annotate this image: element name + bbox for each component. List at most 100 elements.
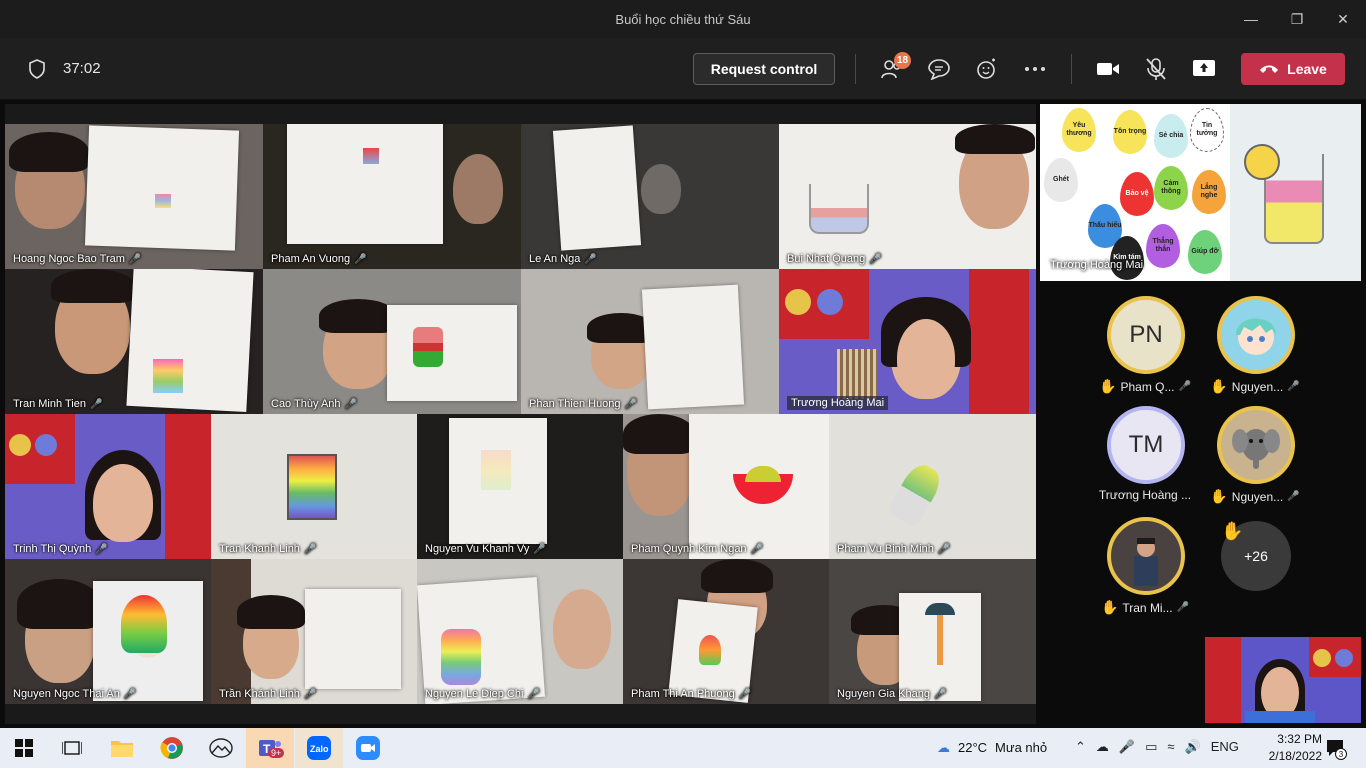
video-tile[interactable]: Pham Thi An Phuong 🎤 xyxy=(623,559,829,704)
minimize-button[interactable]: — xyxy=(1228,0,1274,38)
teams-icon[interactable]: T 9+ xyxy=(256,734,285,762)
teams-badge: 9+ xyxy=(268,748,285,758)
value-drop: Cảm thông xyxy=(1161,180,1181,195)
participant-name: Cao Thùy Anh xyxy=(271,398,341,410)
mic-off-icon: 🎤 xyxy=(1287,381,1300,392)
cloud-icon[interactable]: ☁ xyxy=(1096,739,1109,755)
mic-off-icon: 🎤 xyxy=(95,543,108,555)
more-options-icon[interactable] xyxy=(1022,57,1048,81)
leave-button[interactable]: Leave xyxy=(1241,53,1345,85)
roster-participant[interactable]: PN ✋ Pham Q... 🎤 xyxy=(1090,290,1200,400)
video-tile[interactable]: Nguyen Le Diep Chi 🎤 xyxy=(417,559,623,704)
raised-hand-icon: ✋ xyxy=(1210,488,1228,504)
battery-icon[interactable]: ▭ xyxy=(1145,739,1157,755)
avatar: TM xyxy=(1107,406,1185,484)
participant-name: Bui Nhat Quang xyxy=(787,253,866,265)
system-tray: ⌃ ☁ 🎤 ▭ ≈ 🔊 ENG xyxy=(1075,739,1239,755)
weather-widget[interactable]: ☁ 22°C Mưa nhỏ xyxy=(937,740,1047,756)
weather-text: Mưa nhỏ xyxy=(995,740,1048,755)
window-title: Buổi học chiều thứ Sáu xyxy=(615,11,751,27)
roster-participant[interactable]: TM Trương Hoàng ... xyxy=(1090,400,1200,510)
rain-icon: ☁ xyxy=(937,740,950,755)
chat-icon[interactable] xyxy=(926,57,952,81)
participant-name: Phan Thien Huong xyxy=(529,398,621,410)
clock-date: 2/18/2022 xyxy=(1268,749,1322,763)
chevron-up-icon[interactable]: ⌃ xyxy=(1075,739,1086,755)
roster-participant[interactable]: ✋ Tran Mi... 🎤 xyxy=(1090,511,1200,621)
toolbar-divider xyxy=(1071,54,1072,84)
video-tile[interactable]: Nguyen Vu Khanh Vy 🎤 xyxy=(417,414,623,559)
chrome-icon[interactable] xyxy=(158,734,186,762)
participant-roster: PN ✋ Pham Q... 🎤 ✋ Nguyen... 🎤 TM Trương Hoà… xyxy=(1040,290,1361,630)
video-tile[interactable]: Nguyen Gia Khang 🎤 xyxy=(829,559,1036,704)
video-tile[interactable]: Phan Thien Huong 🎤 xyxy=(521,269,779,414)
roster-participant[interactable]: ✋ Nguyen... 🎤 xyxy=(1200,400,1310,510)
video-grid: Hoang Ngoc Bao Tram 🎤 Pham An Vuong 🎤 Le A… xyxy=(5,104,1036,724)
raised-hand-icon: ✋ xyxy=(1099,378,1117,394)
svg-text:Zalo: Zalo xyxy=(310,744,329,754)
video-tile[interactable]: Trương Hoàng Mai xyxy=(779,269,1036,414)
participant-name: Hoang Ngoc Bao Tram xyxy=(13,253,125,265)
participant-name: Pham Thi An Phuong xyxy=(631,688,735,700)
request-control-button[interactable]: Request control xyxy=(693,53,835,85)
mic-off-icon: 🎤 xyxy=(527,688,540,700)
video-tile[interactable]: Bui Nhat Quang 🎤 xyxy=(779,124,1036,269)
maximize-button[interactable]: ❐ xyxy=(1274,0,1320,38)
video-tile[interactable]: Cao Thùy Anh 🎤 xyxy=(263,269,521,414)
mic-off-icon: 🎤 xyxy=(123,688,137,700)
elephant-avatar-icon xyxy=(1232,429,1280,469)
video-tile[interactable]: Hoang Ngoc Bao Tram 🎤 xyxy=(5,124,263,269)
video-tile[interactable]: Pham Vu Binh Minh 🎤 xyxy=(829,414,1036,559)
task-view-icon[interactable] xyxy=(58,734,86,762)
shared-content[interactable]: Yêu thương Tôn trọng Sẻ chia Tin tưởng G… xyxy=(1040,104,1361,281)
video-tile[interactable]: Nguyen Ngoc Thai An 🎤 xyxy=(5,559,211,704)
notification-count: 3 xyxy=(1335,748,1347,760)
value-drop: Giúp đỡ xyxy=(1191,248,1219,256)
value-drop: Yêu thương xyxy=(1066,122,1092,137)
self-view[interactable] xyxy=(1205,637,1361,723)
value-drop: Ghét xyxy=(1053,176,1069,184)
video-tile[interactable]: Trần Khánh Linh 🎤 xyxy=(211,559,417,704)
zalo-icon[interactable]: Zalo xyxy=(305,734,333,762)
video-tile[interactable]: Le An Nga 🎤 xyxy=(521,124,779,269)
mic-off-icon: 🎤 xyxy=(344,398,357,410)
roster-name: Trương Hoàng ... xyxy=(1098,488,1192,502)
photos-icon[interactable] xyxy=(207,734,235,762)
video-tile[interactable]: Pham Quynh Kim Ngan 🎤 xyxy=(623,414,829,559)
camera-icon[interactable] xyxy=(1095,57,1121,81)
shield-icon xyxy=(29,59,45,79)
avatar: PN xyxy=(1107,296,1185,374)
notification-center-icon[interactable]: 3 xyxy=(1325,738,1347,760)
title-bar: Buổi học chiều thứ Sáu — ❐ ✕ xyxy=(0,0,1366,38)
clock[interactable]: 3:32 PM 2/18/2022 xyxy=(1262,731,1322,765)
close-button[interactable]: ✕ xyxy=(1320,0,1366,38)
reactions-icon[interactable] xyxy=(974,57,1000,81)
video-tile[interactable]: Trinh Thị Quỳnh 🎤 xyxy=(5,414,211,559)
video-tile[interactable]: Tran Khanh Linh 🎤 xyxy=(211,414,417,559)
share-screen-icon[interactable] xyxy=(1191,57,1217,81)
zoom-icon[interactable] xyxy=(354,734,382,762)
windows-start-icon[interactable] xyxy=(10,734,38,762)
video-tile[interactable]: Tran Minh Tien 🎤 xyxy=(5,269,263,414)
mic-off-icon[interactable] xyxy=(1143,57,1169,81)
meeting-toolbar: 37:02 Request control 18 Leave xyxy=(0,38,1366,100)
mic-off-icon: 🎤 xyxy=(869,253,882,265)
value-drop: Lắng nghe xyxy=(1200,184,1218,199)
volume-icon[interactable]: 🔊 xyxy=(1185,739,1201,755)
file-explorer-icon[interactable] xyxy=(108,734,136,762)
participant-name: Trinh Thị Quỳnh xyxy=(13,543,92,555)
raised-hand-icon: ✋ xyxy=(1221,521,1244,541)
value-drop: Sẻ chia xyxy=(1158,132,1184,140)
mic-off-icon: 🎤 xyxy=(354,253,367,265)
language-indicator[interactable]: ENG xyxy=(1211,739,1239,755)
microphone-icon[interactable]: 🎤 xyxy=(1119,739,1135,755)
anime-avatar-icon xyxy=(1236,318,1276,355)
roster-participant[interactable]: ✋ Nguyen... 🎤 xyxy=(1200,290,1310,400)
participant-name: Pham An Vuong xyxy=(271,253,351,265)
avatar xyxy=(1217,296,1295,374)
video-tile[interactable]: Pham An Vuong 🎤 xyxy=(263,124,521,269)
mic-off-icon: 🎤 xyxy=(128,253,142,265)
participant-name: Trương Hoàng Mai xyxy=(791,397,885,409)
wifi-icon[interactable]: ≈ xyxy=(1167,739,1174,755)
mic-off-icon: 🎤 xyxy=(937,543,951,555)
